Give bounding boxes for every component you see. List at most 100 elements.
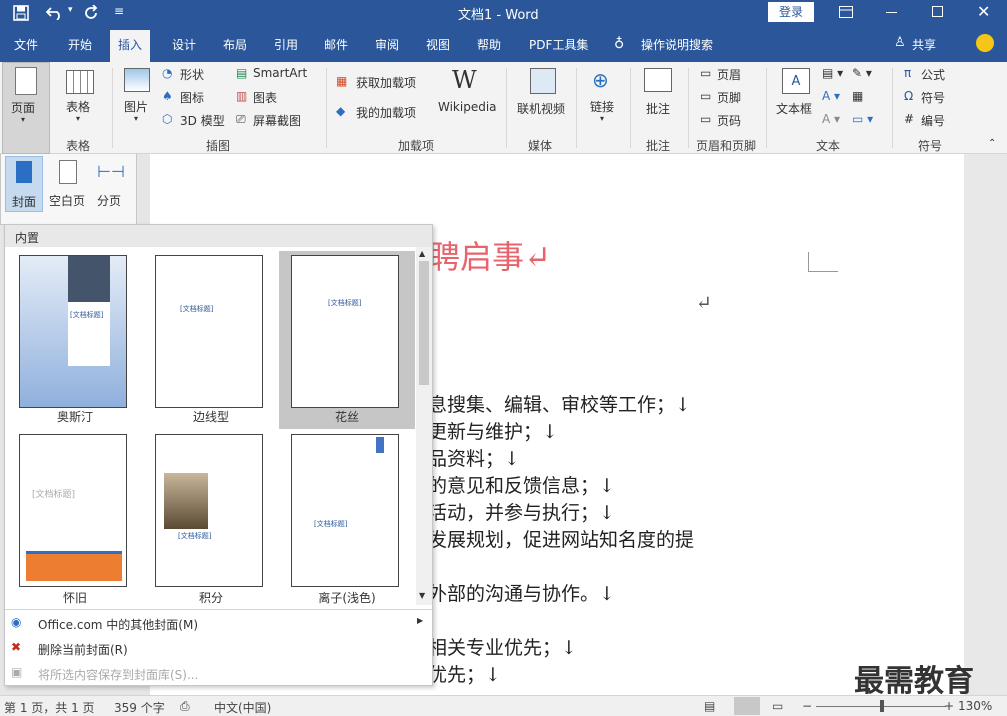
textbox-icon[interactable]: A (782, 68, 810, 94)
link-dropdown-icon[interactable]: ▾ (600, 114, 604, 123)
footer-button[interactable]: 页脚 (717, 89, 741, 106)
document-line: 息搜集、编辑、审校等工作；↓ (428, 394, 691, 416)
get-addins-button[interactable]: 获取加载项 (356, 74, 416, 91)
blank-page-button[interactable]: 空白页 (47, 156, 89, 212)
scroll-up-icon[interactable]: ▲ (419, 249, 425, 258)
gallery-scrollbar[interactable]: ▲ ▼ (416, 247, 432, 605)
my-addins-button[interactable]: 我的加载项 (356, 104, 416, 121)
menu-delete-cover[interactable]: 删除当前封面(R) (38, 641, 128, 658)
symbol-button[interactable]: 符号 (921, 89, 945, 106)
tell-me-search[interactable]: 操作说明搜索 (641, 36, 713, 53)
tab-insert[interactable]: 插入 (110, 30, 151, 62)
tab-design[interactable]: 设计 (172, 36, 196, 53)
integral-photo (164, 473, 208, 529)
cover-thumb-sideline[interactable]: [文档标题] 边线型 (143, 251, 279, 429)
title-bar: ▾ ≡ 文档1 - Word 登录 ✕ (0, 0, 1007, 26)
date-time-icon[interactable]: ▦ (852, 89, 863, 103)
read-mode-icon[interactable]: ▤ (704, 699, 715, 713)
picture-button[interactable]: 图片 (124, 98, 148, 115)
tab-pdf-tools[interactable]: PDF工具集 (529, 36, 588, 53)
close-icon[interactable]: ✕ (977, 2, 990, 21)
cover-thumb-filigree[interactable]: [文档标题] 花丝 (279, 251, 415, 429)
share-button[interactable]: 共享 (912, 36, 936, 53)
page-number-button[interactable]: 页码 (717, 112, 741, 129)
undo-icon[interactable] (44, 4, 66, 22)
save-icon[interactable] (12, 4, 30, 22)
redo-icon[interactable] (82, 4, 100, 22)
login-button[interactable]: 登录 (768, 2, 814, 22)
page-count[interactable]: 第 1 页，共 1 页 (4, 699, 95, 716)
shapes-button[interactable]: 形状 (180, 66, 204, 83)
cover-page-button[interactable]: 封面 (5, 156, 43, 212)
zoom-out-icon[interactable]: − (802, 699, 812, 713)
menu-divider (5, 609, 432, 610)
separator (892, 68, 893, 148)
cover-thumb-integral[interactable]: [文档标题] 积分 (143, 431, 279, 609)
tab-review[interactable]: 审阅 (375, 36, 399, 53)
table-dropdown-icon[interactable]: ▾ (76, 114, 80, 123)
cover-thumb-retrospect[interactable]: [文档标题] 怀旧 (7, 431, 143, 609)
table-button[interactable]: 表格 (66, 98, 90, 115)
tab-layout[interactable]: 布局 (223, 36, 247, 53)
minimize-icon[interactable] (886, 12, 897, 13)
scroll-down-icon[interactable]: ▼ (419, 591, 425, 600)
tab-view[interactable]: 视图 (426, 36, 450, 53)
cover-page-icon (16, 161, 32, 183)
zoom-in-icon[interactable]: + (944, 699, 954, 713)
equation-button[interactable]: 公式 (921, 66, 945, 83)
quick-parts-icon[interactable]: ▤ ▾ (822, 66, 843, 80)
object-icon[interactable]: ▭ ▾ (852, 112, 873, 126)
page-icon (15, 67, 37, 95)
online-video-button[interactable]: 联机视频 (517, 100, 565, 117)
wikipedia-button[interactable]: Wikipedia (438, 100, 497, 114)
comment-button[interactable]: 批注 (646, 100, 670, 117)
online-video-icon[interactable] (530, 68, 556, 94)
proofing-icon[interactable]: ⎙ (180, 699, 190, 714)
wordart-icon[interactable]: A ▾ (822, 89, 840, 103)
page-break-button[interactable]: ⊢⊣ 分页 (93, 156, 133, 212)
menu-more-covers[interactable]: Office.com 中的其他封面(M) (38, 616, 198, 633)
page-button[interactable]: 页面 ▾ (2, 62, 50, 154)
undo-dropdown-icon[interactable]: ▾ (68, 5, 73, 15)
smiley-icon[interactable] (976, 34, 994, 52)
3d-model-button[interactable]: 3D 模型 (180, 112, 225, 129)
web-layout-icon[interactable]: ▭ (772, 699, 783, 713)
save-cover-icon: ▣ (11, 665, 23, 679)
vertical-scrollbar[interactable] (964, 154, 1007, 695)
smartart-button[interactable]: SmartArt (253, 66, 307, 80)
link-button[interactable]: 链接 (590, 98, 614, 115)
numbering-button[interactable]: 编号 (921, 112, 945, 129)
zoom-level[interactable]: 130% (958, 699, 992, 713)
document-line: 的意见和反馈信息；↓ (428, 475, 615, 497)
cover-thumb-ion-light[interactable]: [文档标题] 离子(浅色) (279, 431, 415, 609)
header-button[interactable]: 页眉 (717, 66, 741, 83)
tab-file[interactable]: 文件 (14, 36, 38, 53)
language-status[interactable]: 中文(中国) (214, 699, 271, 716)
cover-thumb-austin[interactable]: [文档标题] 奥斯汀 (7, 251, 143, 429)
table-icon[interactable] (66, 70, 94, 94)
signature-line-icon[interactable]: ✎ ▾ (852, 66, 872, 80)
tab-help[interactable]: 帮助 (477, 36, 501, 53)
chart-button[interactable]: 图表 (253, 89, 277, 106)
scroll-thumb[interactable] (419, 261, 429, 385)
picture-icon[interactable] (124, 68, 150, 92)
word-count[interactable]: 359 个字 (114, 699, 165, 716)
screenshot-button[interactable]: 屏幕截图 (253, 112, 301, 129)
tab-mailings[interactable]: 邮件 (324, 36, 348, 53)
retrospect-band (26, 551, 122, 581)
cube-icon: ⬡ (162, 112, 173, 126)
dropcap-icon[interactable]: A ▾ (822, 112, 840, 126)
tab-references[interactable]: 引用 (274, 36, 298, 53)
group-addins-label: 加载项 (398, 139, 435, 153)
customize-qat-icon[interactable]: ≡ (114, 4, 124, 18)
zoom-slider-thumb[interactable] (880, 700, 884, 712)
textbox-button[interactable]: 文本框 (776, 100, 812, 117)
picture-dropdown-icon[interactable]: ▾ (134, 114, 138, 123)
maximize-icon[interactable] (932, 6, 943, 17)
ribbon-display-icon[interactable] (838, 5, 854, 19)
icons-button[interactable]: 图标 (180, 89, 204, 106)
tab-home[interactable]: 开始 (68, 36, 92, 53)
print-layout-icon[interactable] (734, 697, 760, 715)
collapse-ribbon-icon[interactable]: ⌃ (988, 138, 996, 149)
comment-icon[interactable] (644, 68, 672, 92)
